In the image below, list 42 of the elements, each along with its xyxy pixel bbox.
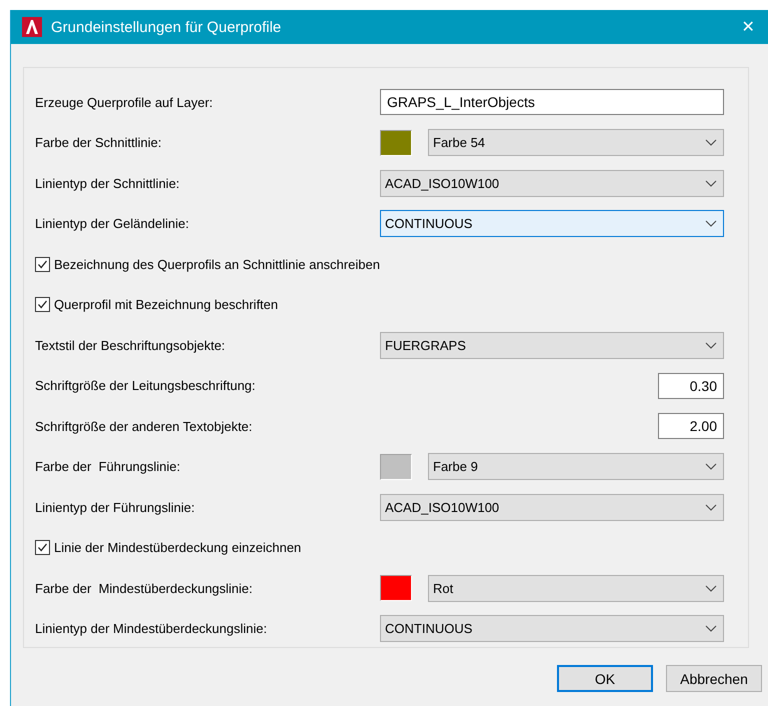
dropdown[interactable]: Farbe 9	[428, 453, 724, 480]
checkbox-label[interactable]: Linie der Mindestüberdeckung einzeichnen	[54, 540, 302, 556]
chevron-down-icon	[705, 220, 717, 228]
chevron-down-icon	[705, 342, 717, 349]
chevron-down-icon	[705, 463, 717, 470]
dropdown[interactable]: CONTINUOUS	[380, 615, 724, 642]
check-icon	[36, 298, 49, 312]
dropdown[interactable]: Farbe 54	[428, 129, 724, 156]
dropdown[interactable]: Rot	[428, 574, 724, 602]
chevron-down-icon	[705, 139, 717, 146]
dropdown[interactable]: CONTINUOUS	[380, 210, 724, 238]
dropdown[interactable]: ACAD_ISO10W100	[380, 170, 724, 197]
field-label: Schriftgröße der anderen Textobjekte:	[35, 418, 254, 434]
chevron-down-icon	[705, 180, 717, 187]
dropdown[interactable]: FUERGRAPS	[380, 332, 724, 359]
ok-button[interactable]: OK	[557, 665, 653, 692]
number-field[interactable]: 0.30	[658, 372, 724, 399]
app-logo-icon	[22, 17, 42, 37]
field-label: Farbe der Schnittlinie:	[35, 135, 162, 150]
field-label: Farbe der Führungslinie:	[35, 459, 182, 474]
checkbox-label[interactable]: Querprofil mit Bezeichnung beschriften	[54, 297, 278, 312]
check-icon	[36, 541, 49, 554]
chevron-down-icon	[705, 504, 717, 511]
field-label: Linientyp der Führungslinie:	[35, 500, 196, 515]
cancel-button[interactable]: Abbrechen	[666, 665, 762, 692]
checkbox[interactable]	[35, 297, 50, 312]
field-label: Linientyp der Geländelinie:	[35, 216, 190, 232]
field-label: Textstil der Beschriftungsobjekte:	[35, 338, 226, 353]
chevron-down-icon	[705, 625, 717, 632]
text-field[interactable]: GRAPS_L_InterObjects	[380, 89, 724, 116]
chevron-down-icon	[705, 584, 717, 592]
field-label: Linientyp der Mindestüberdeckungslinie:	[35, 621, 268, 636]
number-field[interactable]: 2.00	[658, 413, 724, 440]
field-label: Farbe der Mindestüberdeckungslinie:	[35, 580, 254, 596]
field-label: Erzeuge Querprofile auf Layer:	[35, 94, 214, 110]
window-title: Grundeinstellungen für Querprofile	[51, 18, 282, 36]
dropdown[interactable]: ACAD_ISO10W100	[380, 494, 724, 521]
checkbox[interactable]	[35, 256, 50, 272]
checkbox-label[interactable]: Bezeichnung des Querprofils an Schnittlinie anschreiben	[54, 256, 380, 272]
field-label: Schriftgröße der Leitungsbeschriftung:	[35, 378, 256, 394]
field-label: Linientyp der Schnittlinie:	[35, 176, 181, 191]
checkbox[interactable]	[35, 540, 50, 556]
